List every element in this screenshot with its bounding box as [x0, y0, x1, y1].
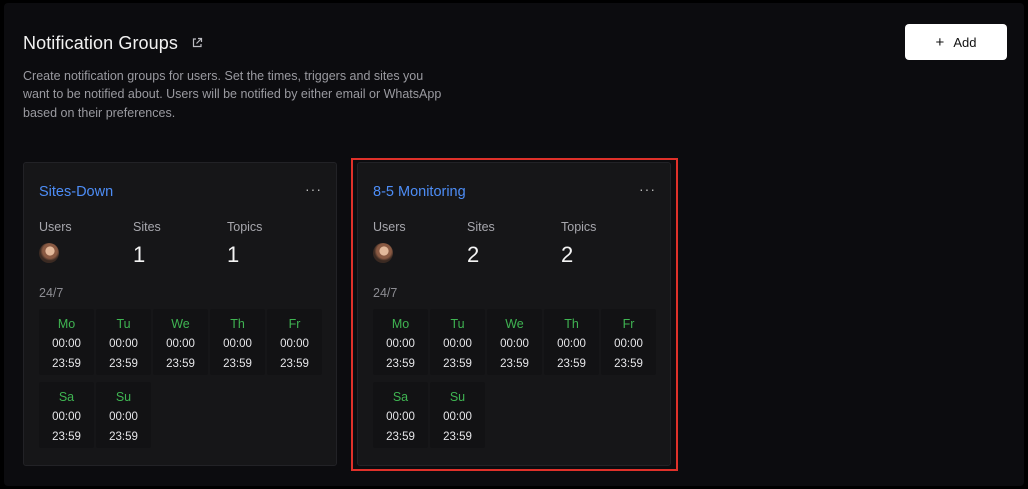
- day-name: Fr: [288, 317, 301, 331]
- day-name: Tu: [450, 317, 465, 331]
- notification-group-card[interactable]: Sites-Down ··· Users Sites Topics 1 1 24…: [23, 162, 337, 466]
- day-name: Su: [115, 390, 132, 404]
- day-start: 00:00: [166, 338, 195, 350]
- more-horizontal-icon[interactable]: ···: [305, 181, 322, 197]
- topics-count: 1: [227, 242, 240, 267]
- day-name: Mo: [57, 317, 76, 331]
- users-label: Users: [373, 220, 406, 234]
- day-end: 23:59: [500, 358, 529, 370]
- day-end: 23:59: [52, 431, 81, 443]
- day-name: Mo: [391, 317, 410, 331]
- more-horizontal-icon[interactable]: ···: [639, 181, 656, 197]
- day-end: 23:59: [223, 358, 252, 370]
- add-button-label: Add: [953, 34, 977, 50]
- day-name: Th: [230, 317, 245, 331]
- day-start: 00:00: [109, 338, 138, 350]
- day-end: 23:59: [52, 358, 81, 370]
- day-start: 00:00: [386, 338, 415, 350]
- day-end: 23:59: [443, 358, 472, 370]
- day-end: 23:59: [557, 358, 586, 370]
- day-tile-we: We 00:00 23:59: [487, 309, 542, 375]
- day-end: 23:59: [614, 358, 643, 370]
- day-tile-tu: Tu 00:00 23:59: [430, 309, 485, 375]
- day-tile-th: Th 00:00 23:59: [544, 309, 599, 375]
- sites-count: 1: [133, 242, 146, 267]
- day-start: 00:00: [443, 411, 472, 423]
- day-name: We: [505, 317, 524, 331]
- day-tile-su: Su 00:00 23:59: [96, 382, 151, 448]
- topics-label: Topics: [227, 220, 263, 234]
- topics-count: 2: [561, 242, 574, 267]
- day-start: 00:00: [557, 338, 586, 350]
- sites-label: Sites: [133, 220, 161, 234]
- day-start: 00:00: [52, 411, 81, 423]
- sites-label: Sites: [467, 220, 495, 234]
- day-end: 23:59: [280, 358, 309, 370]
- day-end: 23:59: [443, 431, 472, 443]
- day-name: Sa: [58, 390, 75, 404]
- day-name: Sa: [392, 390, 409, 404]
- day-end: 23:59: [109, 431, 138, 443]
- day-tile-tu: Tu 00:00 23:59: [96, 309, 151, 375]
- day-tile-su: Su 00:00 23:59: [430, 382, 485, 448]
- day-start: 00:00: [223, 338, 252, 350]
- sites-count: 2: [467, 242, 480, 267]
- day-start: 00:00: [52, 338, 81, 350]
- page-description: Create notification groups for users. Se…: [23, 69, 442, 120]
- day-start: 00:00: [386, 411, 415, 423]
- topics-label: Topics: [561, 220, 597, 234]
- day-tile-fr: Fr 00:00 23:59: [601, 309, 656, 375]
- users-label: Users: [39, 220, 72, 234]
- day-tile-fr: Fr 00:00 23:59: [267, 309, 322, 375]
- day-start: 00:00: [280, 338, 309, 350]
- day-start: 00:00: [443, 338, 472, 350]
- external-link-icon[interactable]: [191, 36, 203, 48]
- day-tile-mo: Mo 00:00 23:59: [373, 309, 428, 375]
- schedule-label: 24/7: [39, 286, 64, 300]
- day-name: Th: [564, 317, 579, 331]
- add-button[interactable]: + Add: [905, 24, 1007, 60]
- day-start: 00:00: [500, 338, 529, 350]
- day-tile-we: We 00:00 23:59: [153, 309, 208, 375]
- page-title: Notification Groups: [23, 33, 178, 53]
- avatar: [373, 243, 393, 263]
- plus-icon: +: [935, 33, 945, 51]
- notification-group-card[interactable]: 8-5 Monitoring ··· Users Sites Topics 2 …: [357, 162, 671, 466]
- day-end: 23:59: [386, 431, 415, 443]
- day-name: Su: [449, 390, 466, 404]
- avatar: [39, 243, 59, 263]
- day-name: Fr: [622, 317, 635, 331]
- day-name: Tu: [116, 317, 131, 331]
- day-start: 00:00: [109, 411, 138, 423]
- day-name: We: [171, 317, 190, 331]
- day-end: 23:59: [386, 358, 415, 370]
- day-tile-sa: Sa 00:00 23:59: [373, 382, 428, 448]
- group-title[interactable]: 8-5 Monitoring: [373, 184, 466, 200]
- day-tile-mo: Mo 00:00 23:59: [39, 309, 94, 375]
- day-end: 23:59: [109, 358, 138, 370]
- day-start: 00:00: [614, 338, 643, 350]
- group-title[interactable]: Sites-Down: [39, 184, 113, 200]
- day-end: 23:59: [166, 358, 195, 370]
- schedule-label: 24/7: [373, 286, 398, 300]
- day-tile-sa: Sa 00:00 23:59: [39, 382, 94, 448]
- day-tile-th: Th 00:00 23:59: [210, 309, 265, 375]
